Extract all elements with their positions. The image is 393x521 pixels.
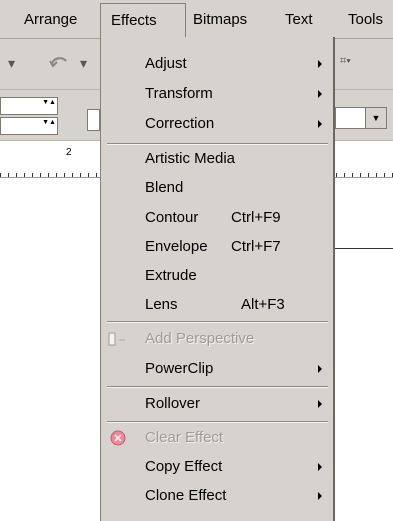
menu-tools[interactable]: Tools xyxy=(342,9,389,31)
menu-item-shortcut: Ctrl+F9 xyxy=(231,209,281,226)
menu-bar: Arrange Effects Bitmaps Text Tools xyxy=(0,0,393,39)
menu-item-artistic-media[interactable]: Artistic Media xyxy=(101,145,332,173)
menu-separator xyxy=(107,386,328,388)
menu-item-transform[interactable]: Transform xyxy=(101,80,332,108)
menu-separator xyxy=(107,321,328,323)
ruler-tick-label: 2 xyxy=(66,147,72,158)
menu-item-label: Clone Effect xyxy=(145,487,227,504)
outline-dropdown-button[interactable]: ▼ xyxy=(365,107,387,129)
menu-arrange-label: Arrange xyxy=(24,11,78,28)
undo-dropdown-icon[interactable]: ▾ xyxy=(80,55,87,72)
chevron-down-icon: ▼ xyxy=(371,113,381,123)
clear-effect-icon xyxy=(110,430,126,446)
menu-item-label: Artistic Media xyxy=(145,150,236,167)
outline-width-field[interactable] xyxy=(335,107,365,129)
lock-ratio-field[interactable] xyxy=(87,109,100,131)
menu-item-label: Clear Effect xyxy=(145,429,224,446)
menu-item-label: Adjust xyxy=(145,55,187,72)
spinner-arrows-icon[interactable]: ▼▲ xyxy=(42,99,56,113)
menu-item-envelope[interactable]: Envelope Ctrl+F7 xyxy=(101,233,332,261)
perspective-icon xyxy=(108,332,125,346)
menu-arrange[interactable]: Arrange xyxy=(18,9,83,31)
menu-item-label: Envelope xyxy=(145,238,208,255)
submenu-arrow-icon xyxy=(318,120,322,128)
menu-separator xyxy=(107,421,328,423)
height-spinner[interactable]: ▼▲ xyxy=(0,117,58,135)
submenu-arrow-icon xyxy=(318,463,322,471)
menu-bitmaps-label: Bitmaps xyxy=(193,11,248,28)
menu-item-rollover[interactable]: Rollover xyxy=(101,390,332,418)
menu-item-label: Transform xyxy=(145,85,213,102)
menu-item-label: Extrude xyxy=(145,267,197,284)
menu-item-label: Add Perspective xyxy=(145,330,255,347)
submenu-arrow-icon xyxy=(318,400,322,408)
menu-item-label: Correction xyxy=(145,115,215,132)
menu-item-correction[interactable]: Correction xyxy=(101,110,332,138)
effects-dropdown-menu: Adjust Transform Correction Artistic Med… xyxy=(100,37,335,521)
menu-item-powerclip[interactable]: PowerClip xyxy=(101,355,332,383)
menu-item-label: Contour xyxy=(145,209,199,226)
canvas-guideline xyxy=(332,248,393,249)
submenu-arrow-icon xyxy=(318,365,322,373)
zoom-level-icon[interactable]: ⌗▾ xyxy=(340,55,351,68)
menu-text[interactable]: Text xyxy=(279,9,319,31)
menu-text-label: Text xyxy=(285,11,313,28)
menu-tools-label: Tools xyxy=(348,11,384,28)
menu-item-shortcut: Alt+F3 xyxy=(241,296,285,313)
menu-item-lens[interactable]: Lens Alt+F3 xyxy=(101,291,332,319)
menu-bitmaps[interactable]: Bitmaps xyxy=(187,9,253,31)
menu-item-label: PowerClip xyxy=(145,360,214,377)
menu-effects-label: Effects xyxy=(111,12,157,29)
menu-item-extrude[interactable]: Extrude xyxy=(101,262,332,290)
menu-item-clear-effect[interactable]: Clear Effect xyxy=(101,424,332,452)
undo-icon[interactable] xyxy=(48,53,70,71)
menu-item-contour[interactable]: Contour Ctrl+F9 xyxy=(101,204,332,232)
menu-item-shortcut: Ctrl+F7 xyxy=(231,238,281,255)
width-spinner[interactable]: ▼▲ xyxy=(0,97,58,115)
menu-item-label: Rollover xyxy=(145,395,201,412)
menu-item-blend[interactable]: Blend xyxy=(101,174,332,202)
menu-effects[interactable]: Effects xyxy=(100,3,186,37)
menu-item-add-perspective[interactable]: Add Perspective xyxy=(101,325,332,353)
spinner-arrows-icon[interactable]: ▼▲ xyxy=(42,119,56,133)
toolbar-dropdown-arrow-icon[interactable]: ▾ xyxy=(8,55,15,72)
menu-item-adjust[interactable]: Adjust xyxy=(101,50,332,78)
menu-item-label: Blend xyxy=(145,179,184,196)
menu-item-label: Copy Effect xyxy=(145,458,223,475)
submenu-arrow-icon xyxy=(318,492,322,500)
menu-item-copy-effect[interactable]: Copy Effect xyxy=(101,453,332,481)
menu-item-clone-effect[interactable]: Clone Effect xyxy=(101,482,332,510)
submenu-arrow-icon xyxy=(318,60,322,68)
menu-item-label: Lens xyxy=(145,296,178,313)
submenu-arrow-icon xyxy=(318,90,322,98)
